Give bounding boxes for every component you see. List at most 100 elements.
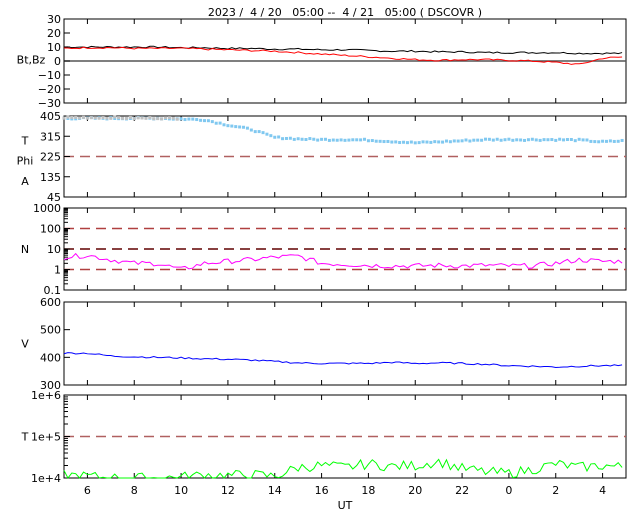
- data-point-phi-away-: [456, 139, 460, 143]
- x-tick-label: 2: [552, 484, 559, 497]
- data-point-phi-away-: [530, 137, 534, 141]
- data-point-phi-toward-: [70, 115, 74, 119]
- data-point-phi-away-: [370, 139, 374, 143]
- y-tick-label: 400: [40, 351, 61, 364]
- data-point-phi-away-: [550, 138, 554, 142]
- x-tick-label: 18: [361, 484, 375, 497]
- data-point-phi-away-: [234, 125, 238, 129]
- data-point-phi-toward-: [74, 115, 78, 119]
- y-tick-label: 315: [40, 130, 61, 143]
- data-point-phi-away-: [230, 124, 234, 128]
- y-tick-label: 135: [40, 171, 61, 184]
- y-tick-label: 10: [47, 243, 61, 256]
- data-point-phi-away-: [409, 140, 413, 144]
- data-point-phi-toward-: [163, 116, 167, 120]
- data-point-phi-away-: [394, 140, 398, 144]
- data-point-phi-away-: [218, 121, 222, 125]
- data-point-phi-away-: [495, 137, 499, 141]
- y-tick-label: 100: [40, 223, 61, 236]
- data-point-phi-away-: [589, 139, 593, 143]
- x-tick-label: 16: [315, 484, 329, 497]
- data-point-phi-toward-: [101, 116, 105, 120]
- data-point-phi-away-: [441, 140, 445, 144]
- data-point-phi-away-: [421, 140, 425, 144]
- panel-density: 10001001010.1N: [21, 202, 627, 297]
- data-point-phi-away-: [320, 137, 324, 141]
- data-point-phi-away-: [511, 138, 515, 142]
- data-point-phi-away-: [366, 139, 370, 143]
- dscovr-solar-wind-chart: 2023 / 4 / 20 05:00 -- 4 / 21 05:00 ( DS…: [17, 6, 627, 512]
- x-tick-label: 14: [268, 484, 282, 497]
- panel-mag: 3020100−10−20−30 Bt,Bz: [17, 13, 627, 110]
- data-point-phi-away-: [390, 140, 394, 144]
- data-point-phi-away-: [331, 138, 335, 142]
- data-point-phi-away-: [183, 118, 187, 122]
- data-point-phi-toward-: [167, 116, 171, 120]
- data-point-phi-toward-: [117, 116, 121, 120]
- y-tick-label: 1e+4: [31, 472, 61, 485]
- data-point-phi-away-: [277, 135, 281, 139]
- data-point-phi-toward-: [160, 117, 164, 121]
- data-point-phi-away-: [425, 140, 429, 144]
- data-point-phi-away-: [308, 137, 312, 141]
- y-tick-label: 405: [40, 110, 61, 123]
- y-tick-label: −20: [38, 83, 61, 96]
- data-point-phi-away-: [562, 138, 566, 142]
- data-point-phi-toward-: [128, 115, 132, 119]
- y-axis-label: T: [21, 431, 29, 444]
- data-point-phi-toward-: [113, 115, 117, 119]
- x-tick-label: 12: [221, 484, 235, 497]
- y-tick-label: 1000: [33, 202, 61, 215]
- x-tick-label: 4: [599, 484, 606, 497]
- data-point-phi-away-: [203, 119, 206, 123]
- data-point-phi-away-: [612, 139, 616, 143]
- data-point-phi-away-: [593, 140, 597, 144]
- data-point-phi-away-: [214, 121, 218, 125]
- data-point-phi-away-: [398, 141, 402, 145]
- y-axis-label: A: [21, 175, 29, 188]
- data-point-phi-away-: [339, 138, 343, 142]
- data-point-phi-away-: [542, 138, 546, 142]
- y-tick-label: 1: [54, 264, 61, 277]
- x-tick-label: 8: [131, 484, 138, 497]
- x-tick-label: 10: [174, 484, 188, 497]
- data-point-phi-away-: [523, 138, 527, 142]
- data-point-phi-away-: [288, 136, 292, 140]
- data-point-phi-away-: [195, 118, 199, 122]
- data-point-phi-away-: [187, 117, 191, 121]
- data-point-phi-away-: [265, 132, 269, 136]
- data-point-phi-away-: [534, 138, 538, 142]
- data-point-phi-away-: [249, 128, 253, 132]
- data-point-phi-away-: [515, 138, 519, 142]
- data-point-phi-away-: [526, 138, 530, 142]
- panel-phi: 40531522513545TPhiA: [17, 110, 627, 204]
- panel-temperature: 1e+6 1e+5 1e+4 T 6 8 10 12 14 16 18 20 22 0 2 4: [21, 389, 627, 497]
- y-tick-label: 10: [47, 41, 61, 54]
- data-point-phi-toward-: [132, 117, 136, 121]
- data-point-phi-away-: [382, 140, 386, 144]
- data-point-phi-toward-: [78, 116, 82, 120]
- data-point-phi-away-: [499, 138, 503, 142]
- data-point-phi-away-: [597, 140, 601, 144]
- panel-speed: 600500400300V: [21, 296, 627, 392]
- data-point-phi-away-: [581, 138, 585, 142]
- y-axis-label: Bt,Bz: [17, 54, 46, 67]
- data-point-phi-away-: [269, 134, 273, 138]
- data-point-phi-away-: [448, 140, 452, 144]
- data-point-phi-away-: [226, 124, 230, 128]
- data-point-phi-away-: [554, 138, 558, 142]
- y-tick-label: 225: [40, 151, 61, 164]
- data-point-phi-away-: [222, 123, 226, 127]
- data-point-phi-away-: [620, 138, 624, 142]
- data-point-phi-away-: [363, 137, 367, 141]
- y-tick-label: −10: [38, 69, 61, 82]
- data-point-phi-toward-: [109, 116, 113, 120]
- data-point-phi-toward-: [175, 117, 179, 121]
- data-point-phi-toward-: [124, 116, 128, 120]
- data-point-phi-toward-: [144, 116, 148, 120]
- x-tick-label: 20: [408, 484, 422, 497]
- data-point-phi-toward-: [85, 116, 89, 120]
- data-point-phi-away-: [335, 138, 339, 142]
- data-point-phi-away-: [355, 138, 359, 142]
- y-axis-label: N: [21, 243, 29, 256]
